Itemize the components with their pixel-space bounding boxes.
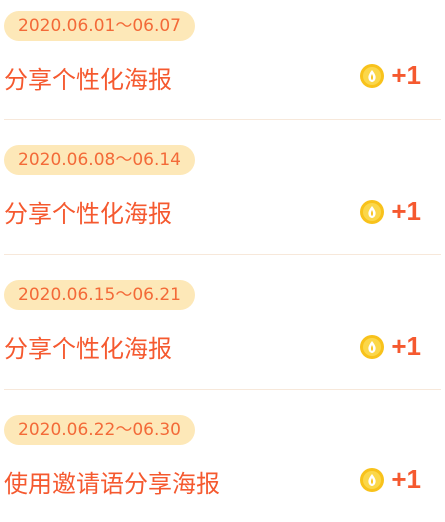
divider [4,389,441,390]
coin-icon [360,199,385,224]
task-title: 分享个性化海报 [4,335,172,363]
date-range-badge: 2020.06.08～06.14 [4,145,196,175]
reward-value: +1 [391,464,421,494]
coin-icon [360,334,385,359]
reward: +1 [359,331,421,362]
reward-value: +1 [391,60,421,90]
divider [4,254,441,255]
date-range-badge: 2020.06.22～06.30 [4,415,196,445]
coin-icon [360,467,385,492]
list-item: 2020.06.08～06.14 分享个性化海报 +1 [0,134,445,252]
task-title: 分享个性化海报 [4,200,172,228]
list-item: 2020.06.01～06.07 分享个性化海报 +1 [0,0,445,118]
coin-icon [360,63,385,88]
task-title: 分享个性化海报 [4,66,172,94]
reward-value: +1 [391,196,421,226]
reward: +1 [359,464,421,495]
reward: +1 [359,196,421,227]
reward: +1 [359,60,421,91]
list-item: 2020.06.22～06.30 使用邀请语分享海报 +1 [0,404,445,522]
task-title: 使用邀请语分享海报 [4,470,220,498]
list-item: 2020.06.15～06.21 分享个性化海报 +1 [0,269,445,387]
divider [4,119,441,120]
date-range-badge: 2020.06.01～06.07 [4,11,196,41]
date-range-badge: 2020.06.15～06.21 [4,280,196,310]
reward-value: +1 [391,331,421,361]
